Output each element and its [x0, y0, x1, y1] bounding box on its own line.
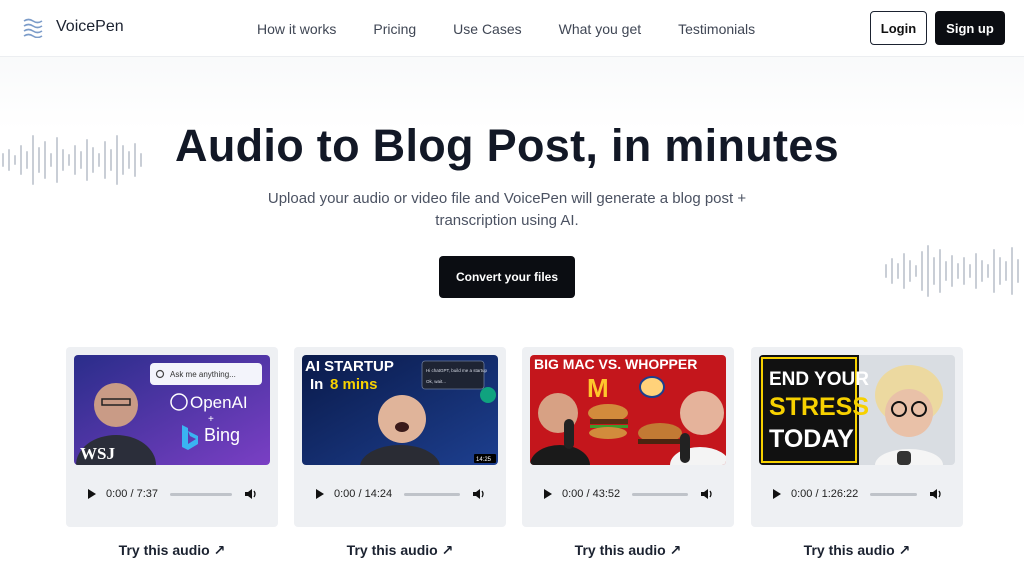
thumbnail-bigmac-whopper: BIG MAC VS. WHOPPER M	[530, 355, 726, 465]
play-icon[interactable]	[316, 489, 324, 499]
thumb-openai-text: OpenAI	[190, 393, 248, 412]
top-nav-bar: VoicePen How it works Pricing Use Cases …	[0, 0, 1024, 57]
playback-time: 0:00 / 1:26:22	[791, 488, 859, 500]
seek-bar[interactable]	[170, 492, 232, 496]
audio-player[interactable]: 0:00 / 7:37	[74, 477, 270, 511]
thumbnail-openai-bing: Ask me anything... OpenAI + Bing WSJ	[74, 355, 270, 465]
volume-icon[interactable]	[700, 488, 714, 500]
thumb-in-text: In	[310, 376, 323, 393]
nav-testimonials[interactable]: Testimonials	[678, 21, 755, 37]
video-thumbnail: END YOUR STRESS TODAY	[759, 355, 955, 465]
soundwave-right-decoration	[885, 245, 1019, 297]
signup-button[interactable]: Sign up	[935, 11, 1005, 45]
thumbnail-end-stress: END YOUR STRESS TODAY	[759, 355, 955, 465]
volume-icon[interactable]	[244, 488, 258, 500]
thumb-plus-text: +	[208, 414, 214, 425]
thumb-line1: END YOUR	[769, 369, 869, 390]
thumb-line3: TODAY	[769, 425, 854, 453]
video-thumbnail: BIG MAC VS. WHOPPER M	[530, 355, 726, 465]
thumb-8mins-text: 8 mins	[330, 376, 378, 393]
convert-files-button[interactable]: Convert your files	[439, 256, 575, 298]
seek-bar[interactable]	[870, 492, 917, 496]
thumb-headline: BIG MAC VS. WHOPPER	[534, 356, 697, 372]
audio-sample-card: END YOUR STRESS TODAY 0:00 / 1:26:22	[751, 347, 963, 527]
audio-player[interactable]: 0:00 / 14:24	[302, 477, 498, 511]
thumb-duration-badge: 14:25	[476, 457, 492, 463]
hero-title: Audio to Blog Post, in minutes	[175, 120, 839, 171]
thumb-chat-line2: Ok, wait...	[426, 379, 446, 384]
thumb-mcd-logo: M	[587, 373, 609, 403]
nav-pricing[interactable]: Pricing	[373, 21, 416, 37]
nav-what-you-get[interactable]: What you get	[559, 21, 642, 37]
try-audio-link[interactable]: Try this audio ↗	[66, 542, 278, 559]
login-button[interactable]: Login	[870, 11, 927, 45]
brand-name: VoicePen	[56, 18, 124, 35]
audio-sample-card: Hi chatGPT, build me a startup Ok, wait.…	[294, 347, 506, 527]
thumb-wsj-badge: WSJ	[80, 444, 115, 463]
video-thumbnail: Hi chatGPT, build me a startup Ok, wait.…	[302, 355, 498, 465]
nav-use-cases[interactable]: Use Cases	[453, 21, 521, 37]
play-icon[interactable]	[773, 489, 781, 499]
try-audio-link[interactable]: Try this audio ↗	[751, 542, 963, 559]
nav-how-it-works[interactable]: How it works	[257, 21, 336, 37]
playback-time: 0:00 / 14:24	[334, 488, 393, 500]
try-audio-link[interactable]: Try this audio ↗	[522, 542, 734, 559]
thumbnail-ai-startup: Hi chatGPT, build me a startup Ok, wait.…	[302, 355, 498, 465]
playback-time: 0:00 / 43:52	[562, 488, 621, 500]
seek-bar[interactable]	[404, 492, 460, 496]
thumb-chat-line1: Hi chatGPT, build me a startup	[426, 368, 488, 373]
thumb-ai-startup-title: AI STARTUP	[305, 358, 394, 375]
thumb-bing-text: Bing	[204, 425, 240, 445]
main-nav: How it works Pricing Use Cases What you …	[257, 0, 792, 57]
audio-sample-card: BIG MAC VS. WHOPPER M 0:00 / 43:52	[522, 347, 734, 527]
playback-time: 0:00 / 7:37	[106, 488, 158, 500]
try-audio-link[interactable]: Try this audio ↗	[294, 542, 506, 559]
play-icon[interactable]	[544, 489, 552, 499]
play-icon[interactable]	[88, 489, 96, 499]
audio-sample-card: Ask me anything... OpenAI + Bing WSJ 0:0…	[66, 347, 278, 527]
thumb-search-text: Ask me anything...	[170, 370, 236, 379]
waves-logo-icon	[23, 18, 43, 38]
audio-player[interactable]: 0:00 / 43:52	[530, 477, 726, 511]
volume-icon[interactable]	[929, 488, 943, 500]
hero-subtitle: Upload your audio or video file and Voic…	[267, 190, 747, 229]
seek-bar[interactable]	[632, 492, 688, 496]
brand-logo[interactable]: VoicePen	[22, 16, 124, 38]
thumb-line2: STRESS	[769, 393, 869, 421]
volume-icon[interactable]	[472, 488, 486, 500]
audio-player[interactable]: 0:00 / 1:26:22	[759, 477, 955, 511]
video-thumbnail: Ask me anything... OpenAI + Bing WSJ	[74, 355, 270, 465]
